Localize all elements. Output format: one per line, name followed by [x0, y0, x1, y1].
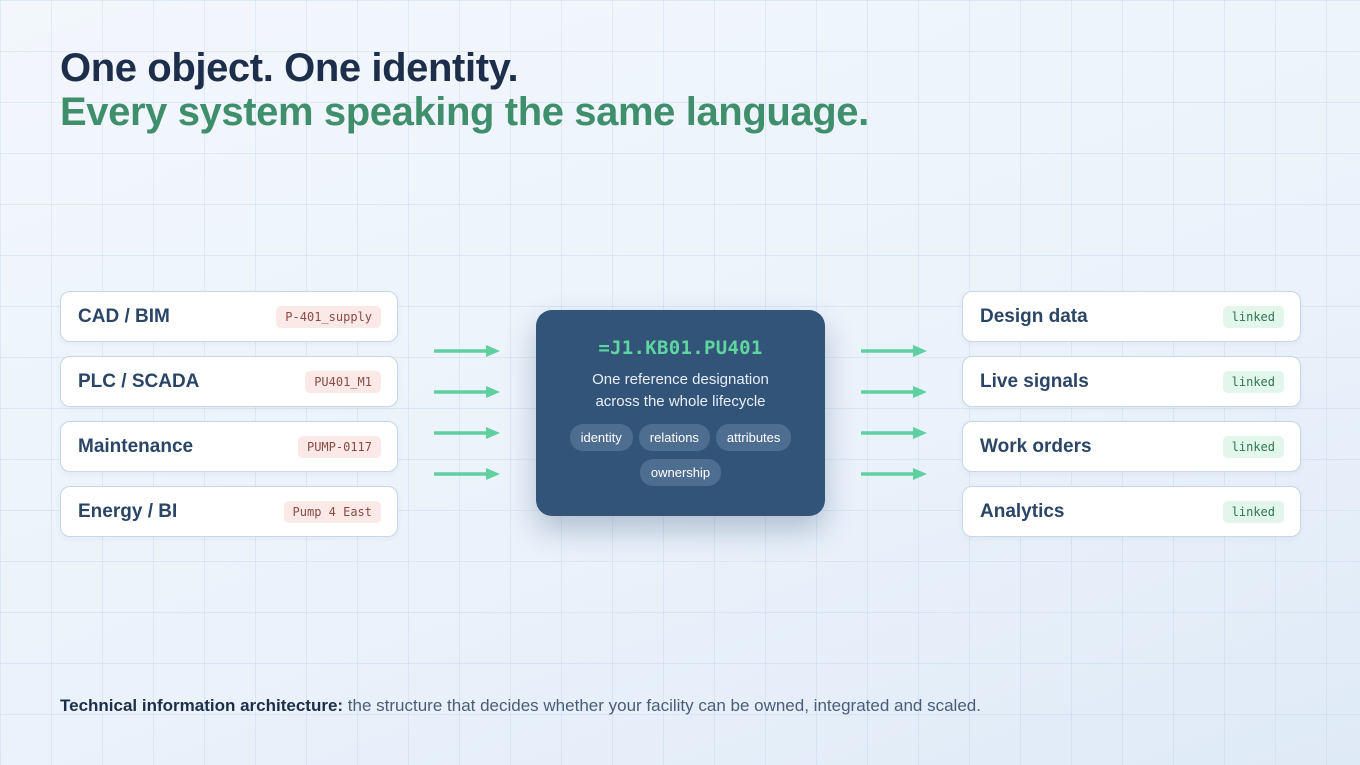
right-arrow-icon	[434, 345, 500, 357]
pill-attributes: attributes	[715, 424, 792, 451]
inbound-arrows	[434, 345, 500, 480]
title-line-2: Every system speaking the same language.	[60, 90, 869, 134]
footer-caption-bold: Technical information architecture:	[60, 696, 344, 715]
target-systems-column: Design data linked Live signals linked W…	[962, 291, 1301, 537]
right-arrow-icon	[434, 386, 500, 398]
source-id-tag: Pump 4 East	[283, 500, 381, 523]
linked-badge: linked	[1222, 370, 1284, 393]
reference-designation-hub: =J1.KB01.PU401 One reference designation…	[536, 310, 825, 516]
source-card-label: CAD / BIM	[78, 305, 170, 327]
target-card-label: Analytics	[980, 500, 1065, 522]
target-card-label: Design data	[980, 305, 1088, 327]
source-id-tag: P-401_supply	[276, 305, 381, 328]
pill-ownership: ownership	[639, 459, 722, 486]
right-arrow-icon	[861, 427, 927, 439]
linked-badge: linked	[1222, 305, 1284, 328]
source-card-label: PLC / SCADA	[78, 370, 200, 392]
linked-badge: linked	[1222, 500, 1284, 523]
pill-relations: relations	[638, 424, 710, 451]
source-card-plc-scada: PLC / SCADA PU401_M1	[60, 356, 398, 407]
target-card-analytics: Analytics linked	[962, 486, 1301, 537]
hub-pill-group: identity relations attributes ownership	[556, 424, 806, 486]
right-arrow-icon	[861, 345, 927, 357]
linked-badge: linked	[1222, 435, 1284, 458]
right-arrow-icon	[861, 468, 927, 480]
pill-identity: identity	[569, 424, 633, 451]
title-line-1: One object. One identity.	[60, 46, 519, 90]
target-card-label: Live signals	[980, 370, 1089, 392]
outbound-arrows	[861, 345, 927, 480]
reference-designation-code: =J1.KB01.PU401	[598, 337, 763, 359]
source-card-label: Maintenance	[78, 435, 194, 457]
target-card-label: Work orders	[980, 435, 1092, 457]
right-arrow-icon	[434, 468, 500, 480]
hub-description: One reference designation across the who…	[592, 371, 769, 410]
target-card-live-signals: Live signals linked	[962, 356, 1301, 407]
source-card-maintenance: Maintenance PUMP-0117	[60, 421, 398, 472]
source-id-tag: PUMP-0117	[297, 435, 381, 458]
footer-caption-text: the structure that decides whether your …	[343, 696, 981, 715]
source-card-label: Energy / BI	[78, 500, 178, 522]
source-card-cad-bim: CAD / BIM P-401_supply	[60, 291, 398, 342]
source-systems-column: CAD / BIM P-401_supply PLC / SCADA PU401…	[60, 291, 398, 537]
right-arrow-icon	[861, 386, 927, 398]
right-arrow-icon	[434, 427, 500, 439]
footer-caption: Technical information architecture: the …	[60, 696, 981, 716]
source-id-tag: PU401_M1	[305, 370, 381, 393]
target-card-design-data: Design data linked	[962, 291, 1301, 342]
page-title: One object. One identity. Every system s…	[60, 46, 869, 134]
target-card-work-orders: Work orders linked	[962, 421, 1301, 472]
source-card-energy-bi: Energy / BI Pump 4 East	[60, 486, 398, 537]
